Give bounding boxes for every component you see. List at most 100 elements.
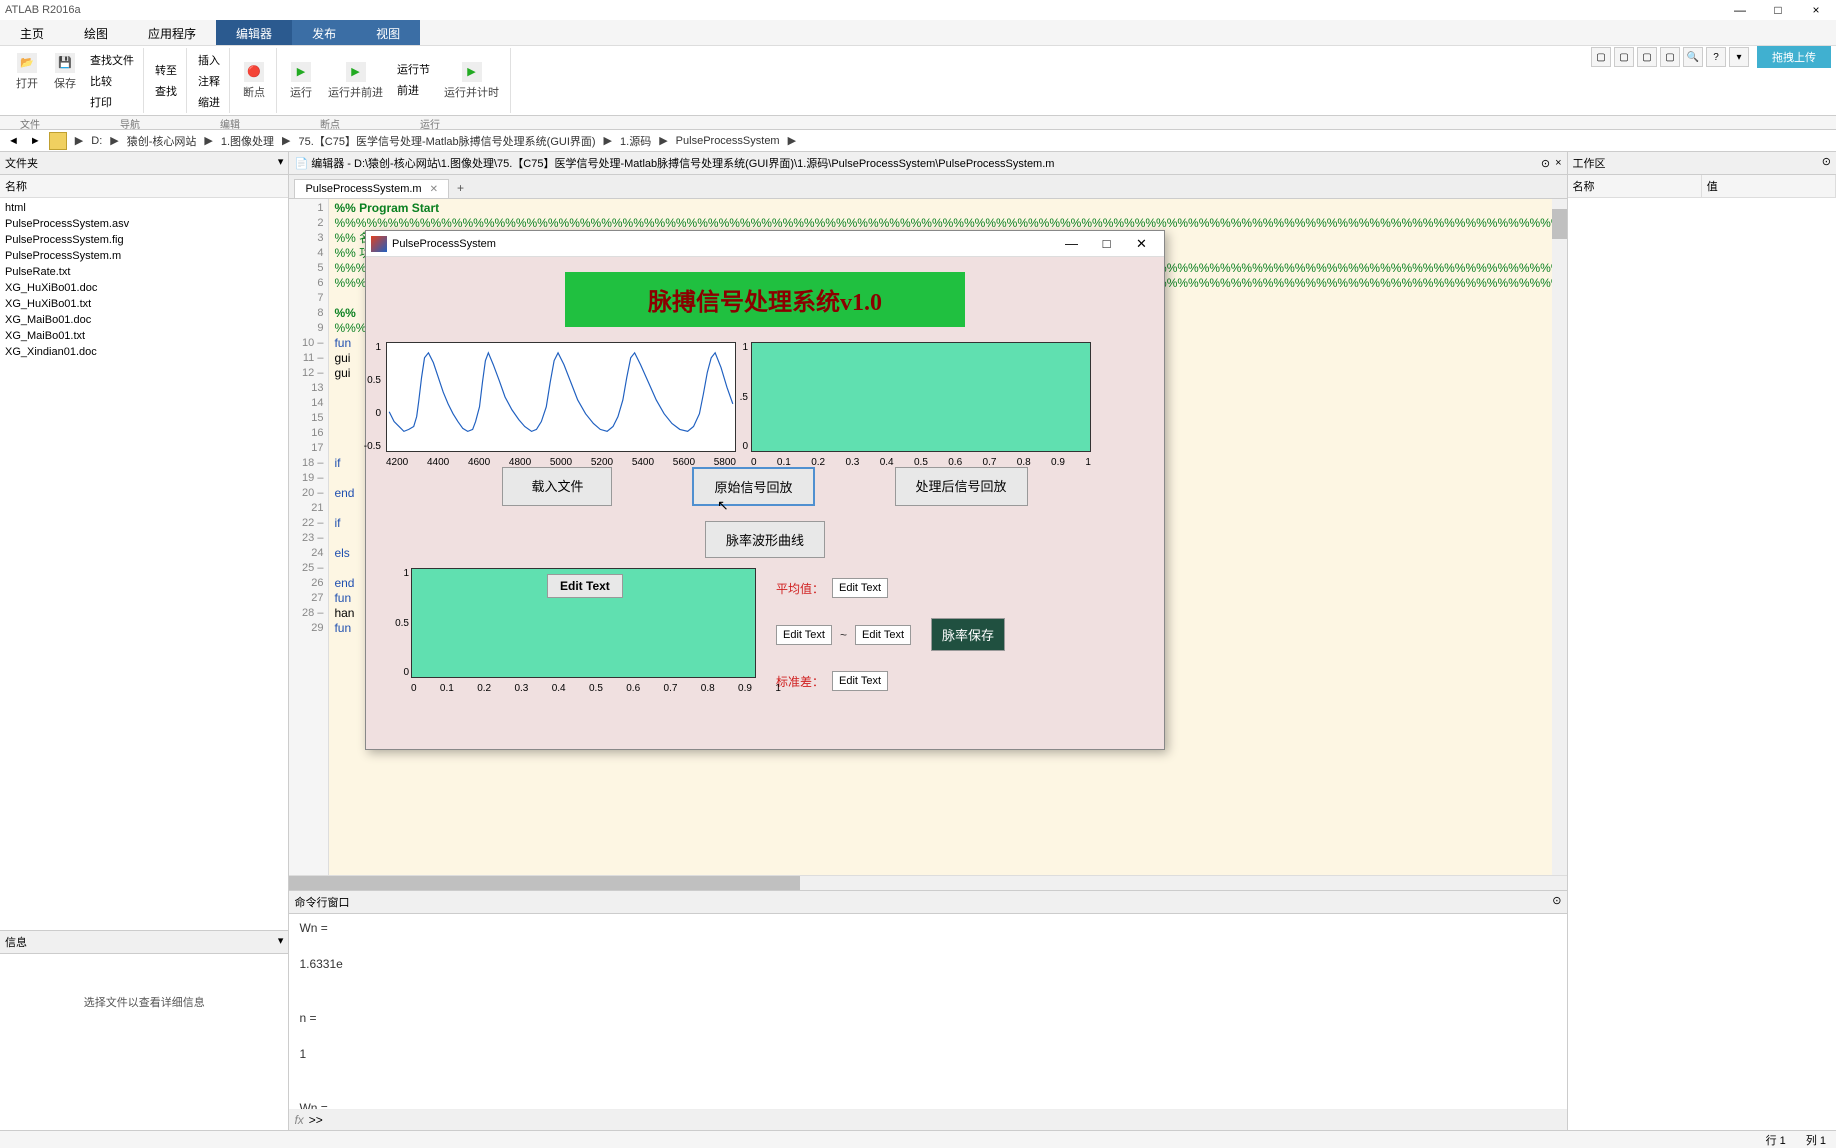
panel-dropdown-icon[interactable]: ▾ xyxy=(278,155,284,171)
path-back-button[interactable]: ◄ xyxy=(5,135,22,147)
file-item[interactable]: XG_MaiBo01.doc xyxy=(5,312,283,328)
file-item[interactable]: html xyxy=(5,200,283,216)
ws-col-value[interactable]: 值 xyxy=(1702,175,1836,197)
close-tab-icon[interactable]: ✕ xyxy=(430,184,438,195)
cmd-dropdown-icon[interactable]: ⊙ xyxy=(1552,894,1561,910)
file-item[interactable]: XG_HuXiBo01.txt xyxy=(5,296,283,312)
range-max-input[interactable]: Edit Text xyxy=(855,625,911,645)
ws-dropdown-icon[interactable]: ⊙ xyxy=(1822,155,1831,171)
window-minimize-button[interactable]: — xyxy=(1725,3,1755,17)
fx-icon[interactable]: fx xyxy=(294,1113,303,1127)
file-item[interactable]: XG_MaiBo01.txt xyxy=(5,328,283,344)
upload-button[interactable]: 拖拽上传 xyxy=(1757,46,1831,68)
path-seg-5[interactable]: PulseProcessSystem xyxy=(676,135,780,147)
folder-icon[interactable] xyxy=(49,132,67,150)
qa-dropdown[interactable]: ▾ xyxy=(1729,47,1749,67)
address-bar[interactable]: ◄ ► ▶D: ▶猿创-核心网站 ▶1.图像处理 ▶75.【C75】医学信号处理… xyxy=(0,130,1836,152)
group-run-label: 运行 xyxy=(420,116,440,129)
qa-search[interactable]: 🔍 xyxy=(1683,47,1703,67)
ribbon-tabs: 主页 绘图 应用程序 编辑器 发布 视图 xyxy=(0,20,1836,46)
vertical-scrollbar[interactable] xyxy=(1552,199,1567,875)
command-output[interactable]: Wn = 1.6331e n = 1 Wn = 1.6331e+13 xyxy=(289,914,1566,1109)
file-item[interactable]: PulseProcessSystem.fig xyxy=(5,232,283,248)
goto-button[interactable]: 转至 xyxy=(151,60,181,80)
plot1-y-ticks: 10.50-0.5 xyxy=(356,342,381,452)
avg-value-input[interactable]: Edit Text xyxy=(832,578,888,598)
replay-raw-button[interactable]: 原始信号回放 xyxy=(692,467,814,506)
file-item[interactable]: XG_Xindian01.doc xyxy=(5,344,283,360)
qa-btn-3[interactable]: ▢ xyxy=(1637,47,1657,67)
file-item[interactable]: PulseProcessSystem.asv xyxy=(5,216,283,232)
path-seg-3[interactable]: 75.【C75】医学信号处理-Matlab脉搏信号处理系统(GUI界面) xyxy=(299,133,596,149)
qa-help[interactable]: ? xyxy=(1706,47,1726,67)
run-advance-button[interactable]: ▶运行并前进 xyxy=(322,59,389,103)
print-button[interactable]: 打印 xyxy=(86,92,138,112)
window-maximize-button[interactable]: □ xyxy=(1763,3,1793,17)
gui-close-button[interactable]: ✕ xyxy=(1124,233,1159,255)
tab-editor[interactable]: 编辑器 xyxy=(216,20,292,45)
editor-close-button[interactable]: × xyxy=(1555,157,1561,170)
file-item[interactable]: PulseProcessSystem.m xyxy=(5,248,283,264)
qa-btn-1[interactable]: ▢ xyxy=(1591,47,1611,67)
qa-btn-2[interactable]: ▢ xyxy=(1614,47,1634,67)
path-drive[interactable]: D: xyxy=(91,135,102,147)
tab-view[interactable]: 视图 xyxy=(356,20,420,45)
open-button[interactable]: 📂打开 xyxy=(10,50,44,112)
editor-header: 📄 编辑器 - D:\猿创-核心网站\1.图像处理\75.【C75】医学信号处理… xyxy=(289,152,1566,175)
name-column-header[interactable]: 名称 xyxy=(0,175,288,198)
raw-signal-axes[interactable]: 10.50-0.5 420044004600480050005200540056… xyxy=(386,342,736,452)
insert-button[interactable]: 插入 xyxy=(194,50,224,70)
qa-btn-4[interactable]: ▢ xyxy=(1660,47,1680,67)
tab-home[interactable]: 主页 xyxy=(0,20,64,45)
save-button[interactable]: 💾保存 xyxy=(48,50,82,112)
ribbon-group-labels: 文件 导航 编辑 断点 运行 xyxy=(0,116,1836,130)
pulse-curve-button[interactable]: 脉率波形曲线 xyxy=(705,521,825,558)
processed-signal-axes[interactable]: 1.50 00.10.20.30.40.50.60.70.80.91 xyxy=(751,342,1091,452)
edit-text-overlay[interactable]: Edit Text xyxy=(547,574,623,598)
gui-titlebar[interactable]: PulseProcessSystem — □ ✕ xyxy=(366,231,1164,257)
run-time-button[interactable]: ▶运行并计时 xyxy=(438,59,505,103)
detail-dropdown-icon[interactable]: ▾ xyxy=(278,934,284,950)
tab-apps[interactable]: 应用程序 xyxy=(128,20,216,45)
pulse-rate-axes[interactable]: 10.50 Edit Text 00.10.20.30.40.50.60.70.… xyxy=(386,568,756,678)
editor-tab[interactable]: PulseProcessSystem.m ✕ xyxy=(294,179,449,198)
ws-col-name[interactable]: 名称 xyxy=(1568,175,1702,197)
add-tab-button[interactable]: + xyxy=(449,178,472,198)
run-button[interactable]: ▶运行 xyxy=(284,59,318,103)
replay-processed-button[interactable]: 处理后信号回放 xyxy=(895,467,1028,506)
indent-button[interactable]: 缩进 xyxy=(194,92,224,112)
comment-button[interactable]: 注释 xyxy=(194,71,224,91)
std-value-input[interactable]: Edit Text xyxy=(832,671,888,691)
window-close-button[interactable]: × xyxy=(1801,3,1831,17)
status-col: 列 1 xyxy=(1806,1132,1826,1148)
gui-maximize-button[interactable]: □ xyxy=(1089,233,1124,255)
app-titlebar: ATLAB R2016a — □ × xyxy=(0,0,1836,20)
current-folder-panel: 文件夹 ▾ 名称 html PulseProcessSystem.asv Pul… xyxy=(0,152,289,1130)
status-bar: 行 1 列 1 xyxy=(0,1130,1836,1148)
find-files-button[interactable]: 查找文件 xyxy=(86,50,138,70)
command-prompt[interactable]: fx >> xyxy=(289,1109,1566,1130)
horizontal-scrollbar[interactable] xyxy=(289,875,1566,890)
path-seg-2[interactable]: 1.图像处理 xyxy=(221,133,274,149)
tab-plot[interactable]: 绘图 xyxy=(64,20,128,45)
save-pulse-button[interactable]: 脉率保存 xyxy=(931,618,1005,651)
std-label: 标准差： xyxy=(776,673,824,690)
plot2-y-ticks: 1.50 xyxy=(736,342,748,452)
find-button[interactable]: 查找 xyxy=(151,81,181,101)
breakpoints-button[interactable]: 🔴断点 xyxy=(237,59,271,103)
editor-dropdown-icon[interactable]: ⊙ xyxy=(1541,157,1550,170)
gui-minimize-button[interactable]: — xyxy=(1054,233,1089,255)
path-seg-4[interactable]: 1.源码 xyxy=(620,133,651,149)
path-fwd-button[interactable]: ► xyxy=(27,135,44,147)
file-item[interactable]: PulseRate.txt xyxy=(5,264,283,280)
compare-button[interactable]: 比较 xyxy=(86,71,138,91)
group-bp-label: 断点 xyxy=(320,116,340,129)
advance-button[interactable]: 前进 xyxy=(393,80,434,100)
file-item[interactable]: XG_HuXiBo01.doc xyxy=(5,280,283,296)
path-seg-1[interactable]: 猿创-核心网站 xyxy=(127,133,197,149)
tab-publish[interactable]: 发布 xyxy=(292,20,356,45)
run-section-button[interactable]: 运行节 xyxy=(393,59,434,79)
load-file-button[interactable]: 载入文件 xyxy=(502,467,612,506)
range-min-input[interactable]: Edit Text xyxy=(776,625,832,645)
group-edit-label: 编辑 xyxy=(220,116,240,129)
